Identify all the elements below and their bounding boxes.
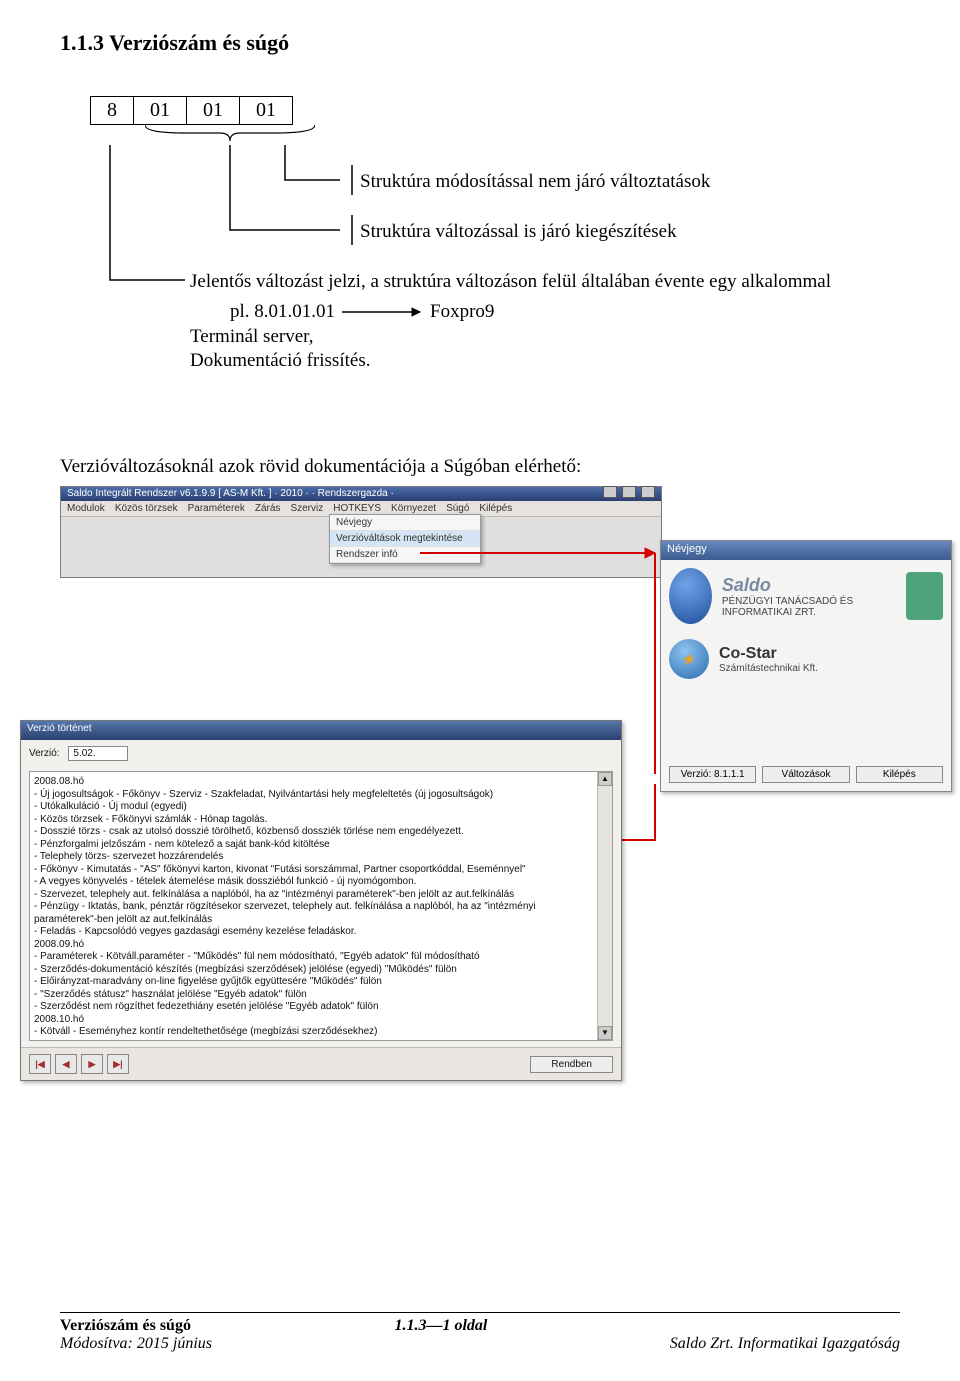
footer-modified: Módosítva: 2015 június: [60, 1335, 212, 1352]
dialog-buttons: Verzió: 8.1.1.1 Változások Kilépés: [669, 766, 943, 783]
menu-item[interactable]: Modulok: [67, 503, 105, 514]
about-dialog: Névjegy Saldo PÉNZÜGYI TANÁCSADÓ ÉS INFO…: [660, 540, 952, 792]
changelog-line: - Feladás - Kapcsolódó vegyes gazdasági …: [34, 926, 592, 939]
line3-example: pl. 8.01.01.01: [230, 300, 335, 325]
scroll-up-icon[interactable]: ▲: [598, 772, 612, 786]
version-cell: 8: [91, 97, 134, 125]
changelog-line: 2008.08.hó: [34, 776, 592, 789]
changelog-content: 2008.08.hó- Új jogosultságok - Főkönyv -…: [34, 776, 608, 1039]
changelog-line: - Szerződést nem rögzíthet fedezethiány …: [34, 1001, 592, 1014]
company-text: Saldo PÉNZÜGYI TANÁCSADÓ ÉS INFORMATIKAI…: [722, 575, 896, 618]
changelog-line: 2008.09.hó: [34, 939, 592, 952]
line3d: Terminál server,: [190, 325, 313, 350]
version-cell: 01: [240, 97, 293, 125]
company-sub: Számítástechnikai Kft.: [719, 663, 818, 674]
changelog-line: - Előirányzat-maradvány on-line figyelés…: [34, 976, 592, 989]
prev-button[interactable]: ◀: [55, 1054, 77, 1074]
footer-org: Saldo Zrt. Informatikai Igazgatóság: [670, 1335, 900, 1352]
company-text: Co-Star Számítástechnikai Kft.: [719, 645, 818, 674]
line3e: Dokumentáció frissítés.: [190, 349, 370, 374]
close-button[interactable]: Kilépés: [856, 766, 943, 783]
dialog-body: Saldo PÉNZÜGYI TANÁCSADÓ ÉS INFORMATIKAI…: [661, 560, 951, 687]
page: 1.1.3 Verziószám és súgó 8 01 01 01: [0, 0, 960, 1381]
line3-target: Foxpro9: [430, 300, 494, 325]
section-heading: 1.1.3 Verziószám és súgó: [60, 30, 900, 56]
changes-button[interactable]: Változások: [762, 766, 849, 783]
scrollbar[interactable]: ▲ ▼: [597, 772, 612, 1040]
menu-item[interactable]: Kilépés: [479, 503, 512, 514]
changelog-line: - Paraméterek - Kötváll.paraméter - "Műk…: [34, 951, 592, 964]
ok-button[interactable]: Rendben: [530, 1056, 613, 1073]
menu-item[interactable]: Súgó: [446, 503, 469, 514]
changelog-line: - Főkönyv - Kimutatás - "AS" főkönyvi ka…: [34, 864, 592, 877]
costar-logo-icon: ★: [669, 639, 709, 679]
line2: Struktúra változással is járó kiegészíté…: [360, 220, 677, 245]
table-row: 8 01 01 01: [91, 97, 293, 125]
line1: Struktúra módosítással nem járó változta…: [360, 170, 710, 195]
menu-item[interactable]: Paraméterek: [188, 503, 245, 514]
changelog-line: - Közös törzsek - Főkönyvi számlák - Hón…: [34, 814, 592, 827]
first-button[interactable]: |◀: [29, 1054, 51, 1074]
line3a: Jelentős változást jelzi, a struktúra vá…: [190, 270, 940, 295]
page-footer: Verziószám és súgó Módosítva: 2015 júniu…: [60, 1312, 900, 1353]
brace-icon: [145, 123, 315, 143]
window-controls[interactable]: [601, 486, 655, 501]
dropdown-item[interactable]: Névjegy: [330, 515, 480, 531]
titlebar: Saldo Integrált Rendszer v6.1.9.9 [ AS-M…: [61, 487, 661, 501]
menu-item[interactable]: HOTKEYS: [333, 503, 381, 514]
footer-center: 1.1.3—1 oldal: [394, 1317, 487, 1353]
changelog-line: - Szervezet, telephely aut. felkínálása …: [34, 889, 592, 902]
company-row: ★ Co-Star Számítástechnikai Kft.: [669, 639, 943, 679]
version-table: 8 01 01 01: [90, 96, 293, 125]
version-history-dialog: Verzió történet Verzió: 5.02. 2008.08.hó…: [20, 720, 622, 1081]
company-row: Saldo PÉNZÜGYI TANÁCSADÓ ÉS INFORMATIKAI…: [669, 568, 943, 624]
next-button[interactable]: ▶: [81, 1054, 103, 1074]
dialog-footer: |◀ ◀ ▶ ▶| Rendben: [21, 1047, 621, 1080]
changelog-line: - Utókalkuláció - Új modul (egyedi): [34, 801, 592, 814]
changelog-line: - Új jogosultságok - Főkönyv - Szerviz -…: [34, 789, 592, 802]
changelog-line: - Szerződés-dokumentáció készítés (megbí…: [34, 964, 592, 977]
version-button[interactable]: Verzió: 8.1.1.1: [669, 766, 756, 783]
maximize-icon[interactable]: [622, 486, 636, 498]
version-top: Verzió: 5.02.: [21, 740, 621, 767]
last-button[interactable]: ▶|: [107, 1054, 129, 1074]
changelog-line: - Kötváll - Eseményhez kontír rendelteth…: [34, 1026, 592, 1039]
dialog-title: Névjegy: [661, 541, 951, 560]
menu-item[interactable]: Környezet: [391, 503, 436, 514]
changelog-line: - Dosszié törzs - csak az utolsó dosszié…: [34, 826, 592, 839]
certification-badge-icon: [906, 572, 943, 620]
close-icon[interactable]: [641, 486, 655, 498]
diagram: Struktúra módosítással nem járó változta…: [90, 145, 900, 445]
menu-item[interactable]: Zárás: [255, 503, 281, 514]
saldo-logo-icon: [669, 568, 712, 624]
changelog-line: 2008.10.hó: [34, 1014, 592, 1027]
version-label: Verzió:: [29, 748, 60, 759]
menu-item[interactable]: Közös törzsek: [115, 503, 178, 514]
changelog-line: - A vegyes könyvelés - tételek átemelése…: [34, 876, 592, 889]
company-name: Saldo: [722, 575, 896, 596]
version-cell: 01: [134, 97, 187, 125]
changelog-line: - Pénzforgalmi jelzőszám - nem kötelező …: [34, 839, 592, 852]
version-cell: 01: [187, 97, 240, 125]
brace: [90, 125, 900, 145]
scroll-down-icon[interactable]: ▼: [598, 1026, 612, 1040]
footer-page-number: 1.1.3—1 oldal: [394, 1317, 487, 1334]
changelog-list[interactable]: 2008.08.hó- Új jogosultságok - Főkönyv -…: [29, 771, 613, 1041]
version-input[interactable]: 5.02.: [68, 746, 128, 761]
para: Verzióváltozásoknál azok rövid dokumentá…: [60, 455, 615, 480]
footer-left: Verziószám és súgó Módosítva: 2015 júniu…: [60, 1317, 212, 1353]
company-name: Co-Star: [719, 645, 818, 663]
footer-right: Saldo Zrt. Informatikai Igazgatóság: [670, 1317, 900, 1353]
menu-item[interactable]: Szerviz: [290, 503, 323, 514]
changelog-line: - Pénzügy - Iktatás, bank, pénztár rögzí…: [34, 901, 592, 926]
changelog-line: - Telephely törzs- szervezet hozzárendel…: [34, 851, 592, 864]
minimize-icon[interactable]: [603, 486, 617, 498]
footer-section-name: Verziószám és súgó: [60, 1317, 191, 1334]
dialog-title: Verzió történet: [21, 721, 621, 740]
company-sub: PÉNZÜGYI TANÁCSADÓ ÉS INFORMATIKAI ZRT.: [722, 596, 896, 618]
window-title: Saldo Integrált Rendszer v6.1.9.9 [ AS-M…: [67, 488, 394, 499]
nav-buttons: |◀ ◀ ▶ ▶|: [29, 1054, 129, 1074]
changelog-line: - "Szerződés státusz" használat jelölése…: [34, 989, 592, 1002]
